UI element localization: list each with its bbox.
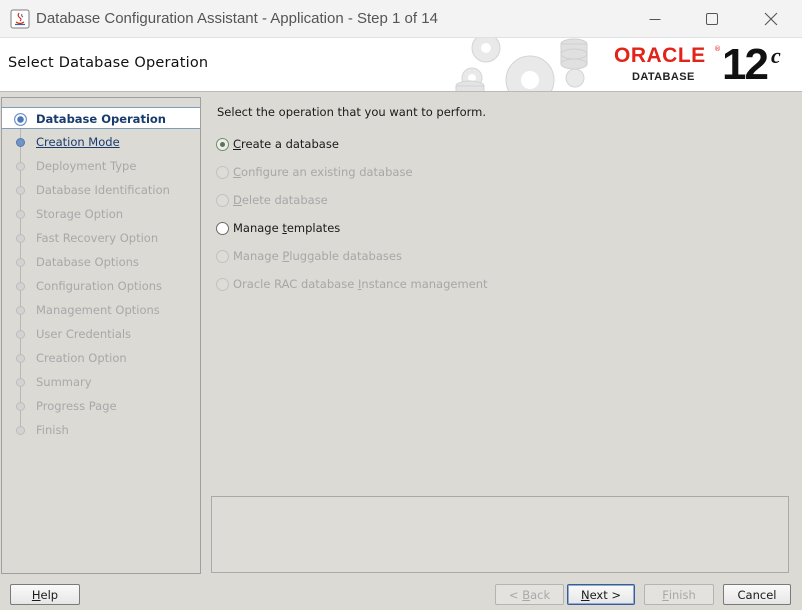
nav-step-management-options: Management Options [2,299,200,321]
window-title: Database Configuration Assistant - Appli… [36,10,438,27]
finish-label: inish [668,587,696,602]
radio-selected-icon [216,137,229,151]
nav-step-configuration-options: Configuration Options [2,275,200,297]
option-label: Create a database [233,137,339,151]
java-app-icon [10,9,30,29]
nav-step-label: Management Options [36,303,160,317]
version-number: 12 [722,40,769,89]
gears-graphic-icon [455,38,588,91]
step-dot-icon [16,210,25,219]
nav-step-finish: Finish [2,419,200,441]
nav-step-label: Summary [36,375,92,389]
next-label-mnemonic: N [580,587,590,602]
manage-pluggable-databases-radio: Manage Pluggable databases [216,246,402,266]
help-button[interactable]: Help [10,584,80,605]
radio-icon [216,277,229,291]
cancel-button[interactable]: Cancel [723,584,791,605]
nav-step-label: Finish [36,423,69,437]
help-label: elp [40,587,59,602]
nav-step-storage-option: Storage Option [2,203,200,225]
nav-step-database-operation[interactable]: Database Operation [2,107,200,129]
nav-step-label: Progress Page [36,399,117,413]
delete-database-radio: Delete database [216,190,328,210]
registered-mark-icon: ® [714,45,721,53]
nav-step-label: Database Operation [36,112,166,126]
nav-step-creation-mode[interactable]: Creation Mode [2,131,200,153]
option-label: Manage Pluggable databases [233,249,402,263]
description-box [211,496,789,573]
step-dot-icon [16,426,25,435]
nav-step-deployment-type: Deployment Type [2,155,200,177]
close-button[interactable] [742,0,800,38]
maximize-icon [706,13,718,25]
step-dot-icon [16,354,25,363]
back-label: ack [530,587,551,602]
step-dot-icon [16,258,25,267]
nav-step-creation-option: Creation Option [2,347,200,369]
step-dot-icon [16,234,25,243]
nav-step-summary: Summary [2,371,200,393]
step-dot-icon [16,306,25,315]
operation-panel: Select the operation that you want to pe… [203,97,799,574]
radio-icon [216,249,229,263]
header-banner: Select Database Operation ORACLE ® DATAB… [0,38,802,92]
next-label: ext > [589,587,622,602]
step-dot-icon [16,162,25,171]
finish-button[interactable]: Finish [644,584,714,605]
back-label-prefix: < [508,587,523,602]
step-dot-icon [16,138,25,147]
create-database-radio[interactable]: Create a database [216,134,339,154]
nav-step-database-identification: Database Identification [2,179,200,201]
instruction-text: Select the operation that you want to pe… [217,105,487,119]
option-label: Oracle RAC database Instance management [233,277,488,291]
radio-icon [216,165,229,179]
oracle-wordmark: ORACLE [614,44,706,67]
nav-step-database-options: Database Options [2,251,200,273]
manage-templates-radio[interactable]: Manage templates [216,218,340,238]
option-label: Manage templates [233,221,341,235]
version-suffix: c [771,43,781,68]
next-button[interactable]: Next > [567,584,635,605]
step-dot-icon [16,186,25,195]
step-dot-icon [16,378,25,387]
step-dot-icon [16,402,25,411]
rac-instance-management-radio: Oracle RAC database Instance management [216,274,488,294]
option-label: Configure an existing database [233,165,413,179]
radio-icon [216,193,229,207]
configure-existing-database-radio: Configure an existing database [216,162,413,182]
step-dot-icon [16,330,25,339]
oracle-product-name: DATABASE [632,71,695,83]
nav-step-label: Creation Mode [36,135,120,149]
finish-label-mnemonic: F [662,587,669,602]
nav-step-label: Creation Option [36,351,127,365]
nav-step-label: User Credentials [36,327,132,341]
nav-step-fast-recovery-option: Fast Recovery Option [2,227,200,249]
nav-step-label: Deployment Type [36,159,137,173]
step-navigator: Database Operation Creation Mode Deploym… [1,97,201,574]
minimize-icon [649,19,661,20]
back-label-mnemonic: B [522,587,531,602]
oracle-logo: ORACLE ® DATABASE [614,44,724,84]
title-bar: Database Configuration Assistant - Appli… [0,0,802,38]
radio-icon [216,221,229,235]
help-label-mnemonic: H [31,587,41,602]
nav-step-label: Database Options [36,255,139,269]
maximize-button[interactable] [683,0,741,38]
nav-step-label: Fast Recovery Option [36,231,159,245]
nav-step-user-credentials: User Credentials [2,323,200,345]
current-step-icon [14,113,27,126]
close-icon [764,12,778,26]
cancel-label: Cancel [737,587,777,602]
option-label: Delete database [233,193,328,207]
page-title: Select Database Operation [8,55,209,71]
nav-step-progress-page: Progress Page [2,395,200,417]
nav-step-label: Database Identification [36,183,170,197]
back-button[interactable]: < Back [495,584,564,605]
nav-step-label: Configuration Options [36,279,163,293]
step-dot-icon [16,282,25,291]
minimize-button[interactable] [626,0,684,38]
nav-step-label: Storage Option [36,207,124,221]
